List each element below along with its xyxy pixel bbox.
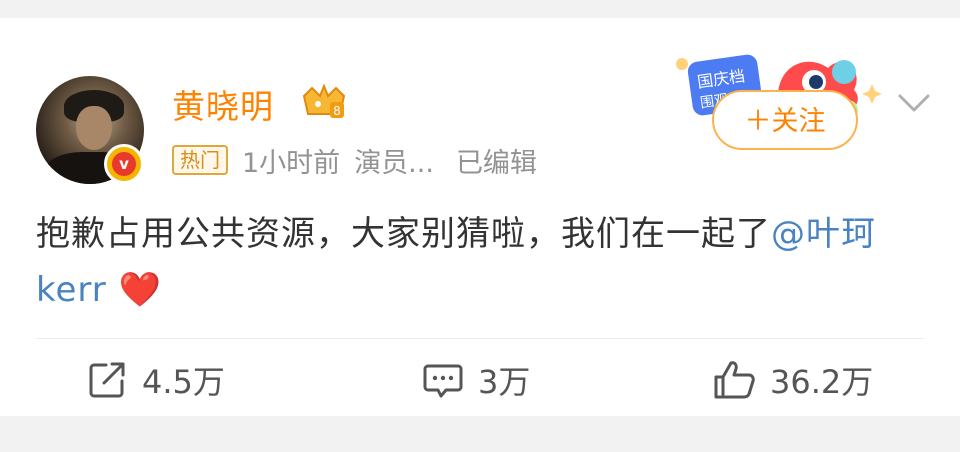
- avatar-face: [76, 106, 112, 150]
- comment-count: 3万: [478, 363, 531, 401]
- post-meta: 热门 1小时前 演员... 已编辑: [172, 141, 537, 180]
- divider: [36, 338, 924, 339]
- feed-gap: [0, 416, 960, 452]
- crown-vip-icon[interactable]: 8: [300, 84, 348, 120]
- share-icon: [89, 362, 125, 398]
- comment-icon: [423, 364, 463, 398]
- chevron-down-icon[interactable]: [894, 82, 934, 122]
- comment-button[interactable]: 3万: [422, 350, 530, 410]
- post-text: 抱歉占用公共资源，大家别猜啦，我们在一起了: [36, 214, 771, 254]
- hot-tag[interactable]: 热门: [172, 145, 228, 175]
- svg-text:8: 8: [333, 104, 341, 118]
- post-time: 1小时前: [242, 147, 341, 179]
- repost-count: 4.5万: [142, 363, 225, 401]
- follow-button[interactable]: ＋关注: [712, 90, 858, 150]
- repost-button[interactable]: 4.5万: [86, 350, 225, 410]
- like-button[interactable]: 36.2万: [712, 350, 873, 410]
- thumbs-up-icon: [714, 361, 755, 399]
- heart-emoji: ❤️: [118, 270, 162, 310]
- username[interactable]: 黄晓明: [172, 80, 274, 128]
- user-identity: 演员...: [354, 147, 434, 179]
- weibo-post-card: v 黄晓明 8 热门 1小时前 演员... 已编辑 国庆档 围观 ＋关注 抱歉占…: [0, 18, 960, 416]
- edited-label[interactable]: 已编辑: [456, 141, 537, 180]
- like-count: 36.2万: [770, 363, 874, 401]
- post-content: 抱歉占用公共资源，大家别猜啦，我们在一起了@叶珂kerr ❤️: [36, 206, 916, 318]
- verified-badge-icon: v: [104, 144, 144, 184]
